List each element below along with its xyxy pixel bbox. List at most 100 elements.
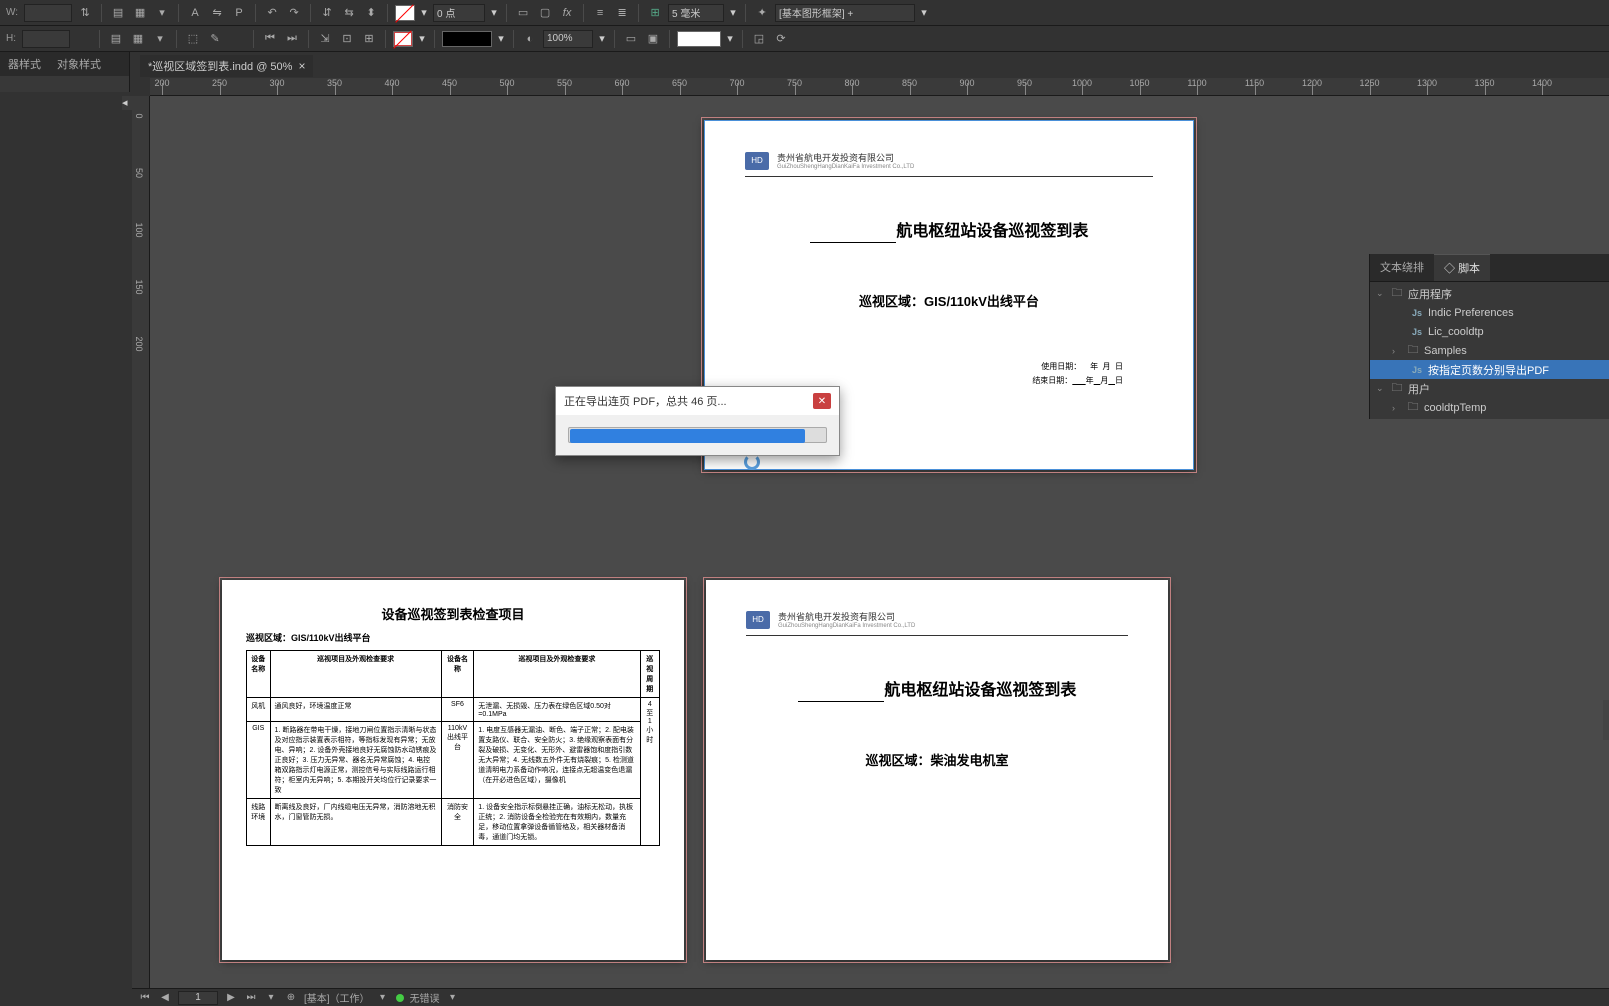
frame-rounded-icon[interactable]: ▢ [536,4,554,22]
control-panel-row2: H: ▤ ▦ ▾ ⬚ ✎ ⏮ ⏭ ⇲ ⊡ ⊞ ▾ ▾ ◐ ▾ ▭ ▣ ▾ ◲ ⟳ [0,26,1609,52]
page-3[interactable]: HD 贵州省航电开发投资有限公司 GuiZhouShengHangDianKai… [706,580,1168,960]
page-number-input[interactable] [178,991,218,1005]
chevron-down-icon: ⌄ [1376,288,1386,299]
collapse-panel-icon[interactable]: ◂ [122,96,132,110]
letter-a-icon[interactable]: A [186,4,204,22]
tree-folder-user[interactable]: ⌄ 🗀 用户 [1370,379,1609,398]
company-name: 贵州省航电开发投资有限公司 [777,151,914,164]
chevron-down-icon: ⌄ [1376,383,1386,394]
ruler-number: 200 [134,336,144,351]
document-tab[interactable]: *巡视区域签到表.indd @ 50% × [140,55,313,77]
first-page-icon[interactable]: ⏮ [138,991,152,1005]
group-icon[interactable]: ⊡ [338,30,356,48]
fx-icon[interactable]: fx [558,4,576,22]
workspace-dropdown-icon[interactable]: ▾ [376,991,390,1005]
prev-page-icon[interactable]: ◀ [158,991,172,1005]
grid-size-input[interactable] [668,4,724,22]
tree-folder-app[interactable]: ⌄ 🗀 应用程序 [1370,284,1609,303]
chevron-down-icon[interactable]: ▾ [153,4,171,22]
grid-icon[interactable]: ⊞ [646,4,664,22]
page-menu-icon[interactable]: ▾ [264,991,278,1005]
text-wrap-tab[interactable]: 文本绕排 [1370,254,1434,281]
opacity-dropdown-icon[interactable]: ▾ [597,32,607,45]
tree-script-indic[interactable]: Js Indic Preferences [1370,303,1609,322]
page-2[interactable]: 设备巡视签到表检查项目 巡视区域：GIS/110kV出线平台 设备名称 巡视项目… [222,580,684,960]
tree-folder-temp[interactable]: › 🗀 cooldtpTemp [1370,398,1609,417]
scripts-tab[interactable]: ◇ 脚本 [1434,254,1490,281]
panel-resize-handle-icon[interactable] [1603,700,1609,740]
tool-icon[interactable]: ✎ [206,30,224,48]
align-top-icon[interactable]: ▤ [107,30,125,48]
color-dropdown-icon[interactable]: ▾ [496,32,506,45]
open-icon[interactable]: ⊕ [284,991,298,1005]
tree-script-export-pdf[interactable]: Js 按指定页数分别导出PDF [1370,360,1609,379]
frame-rect-icon[interactable]: ▭ [514,4,532,22]
width-input[interactable] [24,4,72,22]
white-swatch[interactable] [677,31,721,47]
flip-vert-icon[interactable]: ⇵ [318,4,336,22]
text-align-right-icon[interactable]: ≣ [613,4,631,22]
wrap-around-icon[interactable]: ▣ [644,30,662,48]
refresh-icon[interactable]: ⟳ [772,30,790,48]
style-dropdown-icon[interactable]: ▾ [919,6,929,19]
corner-icon[interactable]: ◲ [750,30,768,48]
chevron-right-icon: › [1392,403,1402,413]
loading-spinner-icon [744,454,760,470]
black-swatch[interactable] [442,31,492,47]
weight-dropdown-icon[interactable]: ▾ [489,6,499,19]
distribute-icon[interactable]: ⇲ [316,30,334,48]
mirror-icon[interactable]: ⬍ [362,4,380,22]
grid-tool-icon[interactable]: ⊞ [360,30,378,48]
preflight-dropdown-icon[interactable]: ▾ [446,991,460,1005]
chevron-down-icon[interactable]: ▾ [151,30,169,48]
dialog-title: 正在导出连页 PDF，总共 46 页... [564,393,727,409]
grid-dropdown-icon[interactable]: ▾ [728,6,738,19]
rotate-ccw-icon[interactable]: ↶ [263,4,281,22]
flip-h-icon[interactable]: ⇋ [208,4,226,22]
ruler-number: 150 [134,279,144,294]
page-subtitle: 巡视区域：GIS/110kV出线平台 [745,291,1153,310]
flip-horiz-icon[interactable]: ⇆ [340,4,358,22]
opacity-input[interactable] [543,30,593,48]
next-page-icon[interactable]: ▶ [224,991,238,1005]
align-center-icon[interactable]: ▦ [131,4,149,22]
stroke-dropdown-icon[interactable]: ▾ [419,6,429,19]
skip-fwd-icon[interactable]: ⏭ [283,30,301,48]
fill-none-swatch[interactable] [393,31,413,47]
company-subtitle: GuiZhouShengHangDianKaiFa Investment Co.… [777,164,914,170]
page3-subtitle: 巡视区域：柴油发电机室 [746,750,1128,769]
folder-icon: 🗀 [1406,402,1420,414]
fill-dropdown-icon[interactable]: ▾ [417,32,427,45]
tree-folder-samples[interactable]: › 🗀 Samples [1370,341,1609,360]
scripts-tree: ⌄ 🗀 应用程序 Js Indic Preferences Js Lic_coo… [1370,282,1609,419]
stroke-weight-input[interactable] [433,4,485,22]
link-wh-icon[interactable]: ⇅ [76,4,94,22]
close-dialog-button[interactable]: ✕ [813,393,831,409]
document-tab-bar: *巡视区域签到表.indd @ 50% × [140,55,313,77]
align-left-icon[interactable]: ▤ [109,4,127,22]
date-area: 使用日期： 年 月 日 结束日期： 年 月 日 [745,360,1153,389]
skip-back-icon[interactable]: ⏮ [261,30,279,48]
stroke-none-swatch[interactable] [395,5,415,21]
paragraph-style-tab[interactable]: 器样式 [0,52,49,76]
script-icon: Js [1410,307,1424,319]
wrap-none-icon[interactable]: ▭ [622,30,640,48]
document-canvas[interactable]: HD 贵州省航电开发投资有限公司 GuiZhouShengHangDianKai… [150,96,1609,988]
status-ok-icon [396,994,404,1002]
text-p-icon[interactable]: P [230,4,248,22]
height-input[interactable] [22,30,70,48]
object-style-select[interactable] [775,4,915,22]
last-page-icon[interactable]: ⏭ [244,991,258,1005]
swatch-dropdown-icon[interactable]: ▾ [725,32,735,45]
shear-icon[interactable]: ⬚ [184,30,202,48]
text-align-left-icon[interactable]: ≡ [591,4,609,22]
opacity-icon[interactable]: ◐ [521,30,539,48]
status-bar: ⏮ ◀ ▶ ⏭ ▾ ⊕ [基本]（工作） ▾ 无错误 ▾ [132,988,1609,1006]
close-tab-icon[interactable]: × [298,59,305,73]
tree-script-lic[interactable]: Js Lic_cooldtp [1370,322,1609,341]
object-style-tab[interactable]: 对象样式 [49,52,109,76]
star-icon[interactable]: ✦ [753,4,771,22]
align-middle-icon[interactable]: ▦ [129,30,147,48]
folder-icon: 🗀 [1390,288,1404,300]
rotate-cw-icon[interactable]: ↷ [285,4,303,22]
